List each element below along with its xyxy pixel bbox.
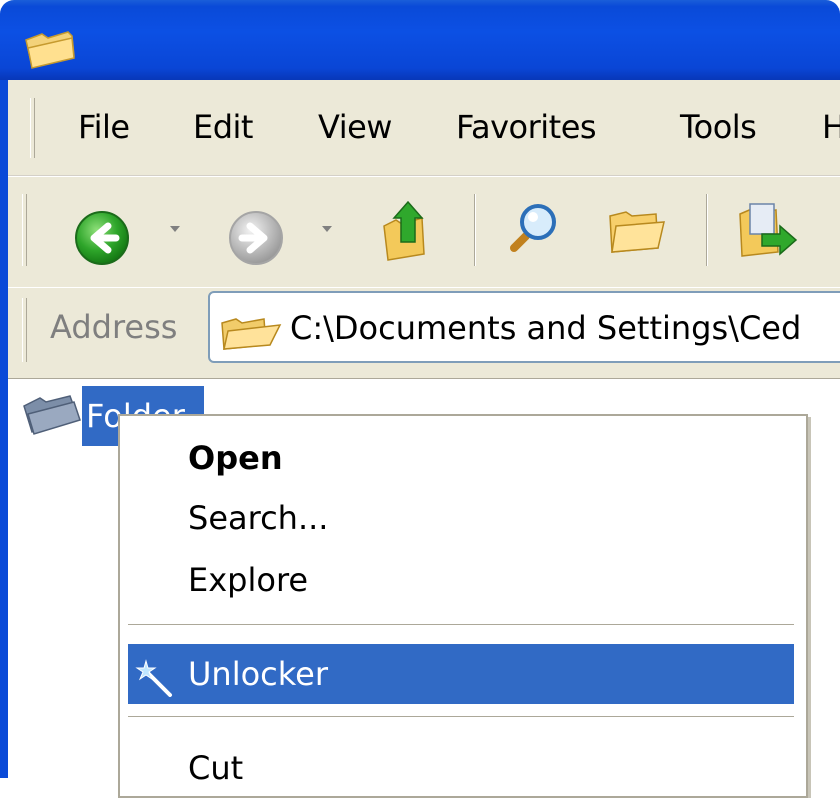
menu-item-label: Open (188, 439, 283, 477)
menu-separator (128, 716, 794, 717)
magic-wand-icon (134, 656, 174, 716)
back-button[interactable] (72, 208, 132, 272)
menu-item-label: Unlocker (188, 655, 328, 693)
context-menu-search[interactable]: Search... (120, 488, 802, 548)
menu-file[interactable]: File (78, 108, 130, 146)
toolbar-separator (474, 194, 476, 266)
back-arrow-icon (75, 211, 129, 265)
toolbar-grip[interactable] (22, 194, 27, 266)
move-to-icon (739, 203, 798, 257)
menu-tools[interactable]: Tools (680, 108, 757, 146)
folders-button[interactable] (606, 206, 668, 260)
up-button[interactable] (378, 196, 438, 266)
menu-edit[interactable]: Edit (193, 108, 253, 146)
menu-view[interactable]: View (318, 108, 392, 146)
menu-item-label: Explore (188, 561, 309, 599)
address-label: Address (50, 308, 178, 346)
menu-help[interactable]: H (822, 108, 840, 146)
forward-arrow-icon (229, 211, 283, 265)
address-bar-grip[interactable] (22, 298, 27, 362)
forward-dropdown-arrow[interactable] (322, 226, 332, 232)
folder-icon (220, 311, 282, 355)
folder-up-icon (383, 200, 425, 261)
folder-icon (609, 211, 665, 253)
context-menu: Open Search... Explore Unlocker Cut (118, 414, 808, 798)
folder-icon (22, 26, 78, 74)
toolbar-separator (706, 194, 708, 266)
menu-favorites[interactable]: Favorites (456, 108, 597, 146)
magnifier-icon (510, 204, 556, 252)
address-field[interactable]: C:\Documents and Settings\Ced (208, 291, 840, 363)
move-to-button[interactable] (736, 200, 802, 264)
search-button[interactable] (500, 198, 564, 266)
back-dropdown-arrow[interactable] (170, 226, 180, 232)
menu-item-label: Cut (188, 749, 244, 787)
forward-button[interactable] (226, 208, 286, 272)
menu-bar-grip[interactable] (30, 98, 35, 158)
title-bar[interactable] (0, 0, 840, 80)
folder-icon[interactable] (22, 392, 84, 440)
context-menu-explore[interactable]: Explore (120, 550, 802, 610)
context-menu-unlocker[interactable]: Unlocker (128, 644, 794, 704)
menu-separator (128, 624, 794, 625)
menu-item-label: Search... (188, 499, 329, 537)
context-menu-cut[interactable]: Cut (120, 738, 802, 798)
context-menu-open[interactable]: Open (120, 428, 802, 488)
address-path[interactable]: C:\Documents and Settings\Ced (290, 309, 801, 347)
